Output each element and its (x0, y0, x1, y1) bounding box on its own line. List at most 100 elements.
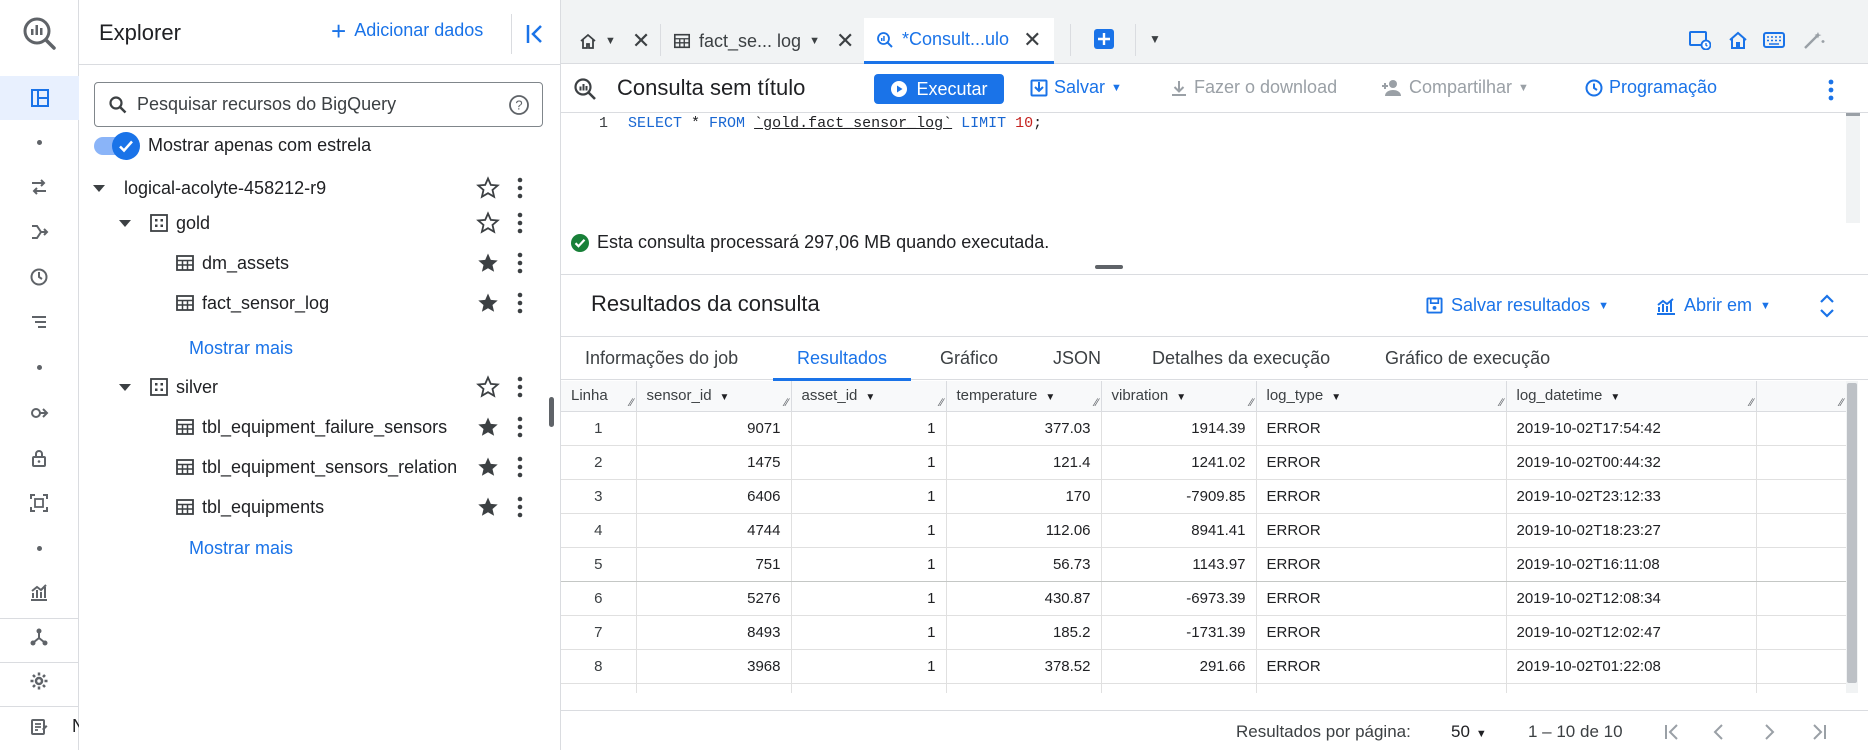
sort-caret-icon[interactable]: ▼ (1331, 392, 1341, 403)
tab-job-information[interactable]: Informações do job (585, 348, 738, 381)
keyboard-icon[interactable] (1763, 31, 1785, 49)
log-type-cell[interactable]: ERROR (1256, 479, 1507, 514)
asset-id-cell[interactable]: 1 (791, 411, 947, 446)
tab-home[interactable]: ▼ ✕ (579, 18, 650, 64)
log-type-cell[interactable]: ERROR (1256, 547, 1507, 582)
discovery-nav-button[interactable] (22, 396, 56, 430)
tab-execution-details[interactable]: Detalhes da execução (1152, 348, 1330, 381)
table-row[interactable] (561, 683, 1847, 693)
vibration-cell[interactable]: 8941.41 (1101, 513, 1257, 548)
expand-icon[interactable] (1818, 294, 1836, 318)
table-row[interactable]: 2 1475 1 121.4 1241.02 ERROR 2019-10-02T00:44:… (561, 445, 1847, 480)
more-vert-icon[interactable] (517, 416, 523, 438)
sql-table-reference[interactable]: `gold.fact_sensor_log` (754, 115, 952, 132)
scheduled-query-icon[interactable] (1689, 30, 1711, 50)
resize-grip-icon[interactable]: ∕∕ (1840, 397, 1844, 409)
table-row[interactable]: 3 6406 1 170 -7909.85 ERROR 2019-10-02T23:12:3… (561, 479, 1847, 514)
studio-nav-button[interactable] (0, 76, 79, 120)
more-vert-icon[interactable] (517, 177, 523, 199)
more-vert-icon[interactable] (517, 292, 523, 314)
column-header-log-datetime[interactable]: log_datetime ▼ ∕∕ (1506, 381, 1757, 412)
tree-dataset-row[interactable]: gold (79, 203, 561, 243)
temperature-cell[interactable]: 170 (946, 479, 1102, 514)
sensor-id-cell[interactable]: 9071 (636, 411, 792, 446)
resize-grip-icon[interactable]: ∕∕ (1095, 397, 1099, 409)
vibration-cell[interactable]: 291.66 (1101, 649, 1257, 684)
table-row[interactable]: 6 5276 1 430.87 -6973.39 ERROR 2019-10-02T12:0… (561, 581, 1847, 616)
resize-grip-icon[interactable]: ∕∕ (1750, 397, 1754, 409)
tree-table-row[interactable]: tbl_equipment_failure_sensors (79, 407, 561, 447)
scrollbar-thumb[interactable] (1847, 383, 1857, 683)
more-vert-icon[interactable] (517, 252, 523, 274)
chevron-down-icon[interactable] (117, 379, 133, 395)
resize-grip-icon[interactable]: ∕∕ (1500, 397, 1504, 409)
monitoring-nav-button[interactable] (22, 575, 56, 609)
more-vert-icon[interactable] (517, 456, 523, 478)
more-vert-icon[interactable] (517, 496, 523, 518)
tab-json[interactable]: JSON (1053, 348, 1101, 381)
row-number-cell[interactable]: 2 (561, 445, 637, 480)
tab-overflow-caret-icon[interactable]: ▼ (1149, 32, 1161, 46)
sort-caret-icon[interactable]: ▼ (1610, 392, 1620, 403)
asset-id-cell[interactable]: 1 (791, 547, 947, 582)
asset-id-cell[interactable]: 1 (791, 513, 947, 548)
schedule-button[interactable]: Programação (1585, 77, 1717, 98)
sort-caret-icon[interactable]: ▼ (865, 392, 875, 403)
scrollbar-thumb[interactable] (1846, 113, 1860, 116)
tab-untitled-query[interactable]: *Consult...ulo ✕ (864, 18, 1054, 64)
temperature-cell[interactable]: 121.4 (946, 445, 1102, 480)
resize-grip-icon[interactable]: ∕∕ (630, 397, 634, 409)
log-type-cell[interactable]: ERROR (1256, 581, 1507, 616)
sql-editor[interactable]: 1 SELECT * FROM `gold.fact_sensor_log` L… (561, 113, 1868, 223)
column-header-sensor-id[interactable]: sensor_id ▼ ∕∕ (636, 381, 792, 412)
sensor-id-cell[interactable]: 6406 (636, 479, 792, 514)
new-tab-plus-icon[interactable] (1093, 28, 1115, 50)
log-datetime-cell[interactable]: 2019-10-02T17:54:42 (1506, 411, 1757, 446)
security-nav-button[interactable] (22, 441, 56, 475)
home-icon[interactable] (1728, 30, 1748, 50)
vibration-cell[interactable]: -1731.39 (1101, 615, 1257, 650)
star-filled-icon[interactable] (476, 455, 500, 479)
transfers-nav-button[interactable] (22, 170, 56, 204)
show-more-link[interactable]: Mostrar mais (189, 338, 293, 359)
caret-down-icon[interactable]: ▼ (809, 35, 820, 47)
row-number-cell[interactable]: 6 (561, 581, 637, 616)
vibration-cell[interactable]: -7909.85 (1101, 479, 1257, 514)
log-datetime-cell[interactable]: 2019-10-02T12:08:34 (1506, 581, 1757, 616)
log-datetime-cell[interactable]: 2019-10-02T01:22:08 (1506, 649, 1757, 684)
column-header-temperature[interactable]: temperature ▼ ∕∕ (946, 381, 1102, 412)
tab-results[interactable]: Resultados (773, 348, 912, 381)
row-number-cell[interactable]: 3 (561, 479, 637, 514)
sensor-id-cell[interactable]: 3968 (636, 649, 792, 684)
results-scrollbar[interactable] (1846, 381, 1858, 693)
star-outline-icon[interactable] (476, 176, 500, 200)
tab-execution-graph[interactable]: Gráfico de execução (1385, 348, 1550, 381)
pipelines-nav-button[interactable] (22, 215, 56, 249)
help-icon[interactable]: ? (508, 94, 530, 116)
scan-nav-button[interactable] (22, 486, 56, 520)
asset-id-cell[interactable]: 1 (791, 615, 947, 650)
table-row[interactable]: 5 751 1 56.73 1143.97 ERROR 2019-10-02T16:11:0… (561, 547, 1847, 582)
column-header-vibration[interactable]: vibration ▼ ∕∕ (1101, 381, 1257, 412)
asset-id-cell[interactable]: 1 (791, 445, 947, 480)
vibration-cell[interactable]: -6973.39 (1101, 581, 1257, 616)
more-vert-icon[interactable] (1828, 79, 1834, 101)
star-filled-icon[interactable] (476, 251, 500, 275)
chevron-down-icon[interactable] (91, 180, 107, 196)
table-row[interactable]: 8 3968 1 378.52 291.66 ERROR 2019-10-02T01:22:… (561, 649, 1847, 684)
caret-down-icon[interactable]: ▼ (605, 35, 616, 47)
collapse-panel-icon[interactable] (525, 22, 551, 46)
row-number-cell[interactable]: 8 (561, 649, 637, 684)
temperature-cell[interactable]: 377.03 (946, 411, 1102, 446)
history-nav-button[interactable] (22, 260, 56, 294)
save-results-button[interactable]: Salvar resultados ▼ (1426, 295, 1609, 316)
release-notes-nav-button[interactable] (22, 710, 56, 744)
editor-resize-handle[interactable] (1095, 265, 1123, 269)
asset-id-cell[interactable]: 1 (791, 581, 947, 616)
log-datetime-cell[interactable]: 2019-10-02T23:12:33 (1506, 479, 1757, 514)
star-filled-icon[interactable] (476, 415, 500, 439)
sql-code-line[interactable]: SELECT * FROM `gold.fact_sensor_log` LIM… (628, 115, 1042, 132)
log-datetime-cell[interactable]: 2019-10-02T12:02:47 (1506, 615, 1757, 650)
panel-resize-handle[interactable] (549, 397, 554, 427)
log-type-cell[interactable]: ERROR (1256, 649, 1507, 684)
